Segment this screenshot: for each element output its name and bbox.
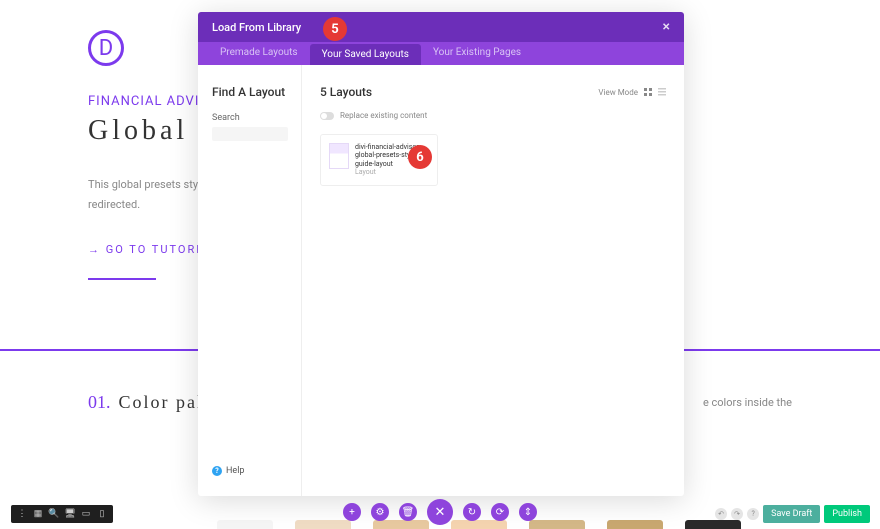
load-library-modal: Load From Library × Premade Layouts Your… — [198, 12, 684, 496]
help-text: Help — [226, 466, 244, 476]
modal-content: 5 Layouts View Mode Replace existing con… — [302, 65, 684, 496]
close-builder-button[interactable]: ✕ — [427, 499, 453, 525]
undo-icon[interactable]: ↶ — [715, 508, 727, 520]
swatch — [607, 520, 663, 529]
layouts-count-title: 5 Layouts — [320, 85, 372, 99]
modal-sidebar: Find A Layout Search ? Help — [198, 65, 302, 496]
publish-button[interactable]: Publish — [824, 505, 870, 523]
find-layout-title: Find A Layout — [212, 85, 287, 99]
tab-saved-layouts[interactable]: Your Saved Layouts — [310, 44, 421, 65]
wireframe-icon[interactable]: ▦ — [31, 507, 45, 521]
portability-icon[interactable]: ⟳ — [491, 503, 509, 521]
content-header: 5 Layouts View Mode — [320, 85, 666, 99]
close-icon[interactable]: × — [663, 19, 670, 35]
tab-existing-pages[interactable]: Your Existing Pages — [421, 42, 533, 65]
replace-label: Replace existing content — [340, 111, 427, 120]
search-input[interactable] — [212, 127, 288, 141]
replace-toggle[interactable] — [320, 112, 334, 120]
section-number: 01. — [88, 392, 111, 413]
layout-thumbnail — [329, 143, 349, 169]
layout-type: Layout — [355, 168, 429, 176]
list-view-icon[interactable] — [658, 88, 666, 96]
annotation-5: 5 — [323, 17, 347, 41]
builder-center-toolbar: + ⚙ 🗑 ✕ ↻ ⟳ ⇕ — [343, 499, 537, 525]
modal-tabs: Premade Layouts Your Saved Layouts Your … — [198, 42, 684, 65]
settings-icon[interactable]: ⚙ — [371, 503, 389, 521]
builder-left-toolbar: ⋮ ▦ 🔍 🖥 ▭ ▯ — [11, 505, 113, 523]
delete-icon[interactable]: 🗑 — [399, 503, 417, 521]
mobile-icon[interactable]: ▯ — [95, 507, 109, 521]
help-icon: ? — [212, 466, 222, 476]
builder-right-toolbar: ↶ ↷ ? Save Draft Publish — [715, 505, 870, 523]
save-draft-button[interactable]: Save Draft — [763, 505, 820, 523]
link-underline — [88, 278, 156, 280]
zoom-icon[interactable]: 🔍 — [47, 507, 61, 521]
redo-icon[interactable]: ↷ — [731, 508, 743, 520]
annotation-6: 6 — [408, 145, 432, 169]
modal-header: Load From Library × — [198, 12, 684, 42]
modal-body: Find A Layout Search ? Help 5 Layouts Vi… — [198, 65, 684, 496]
section-side-text: e colors inside the — [703, 396, 792, 409]
search-label: Search — [212, 113, 287, 123]
view-mode-controls: View Mode — [598, 88, 666, 97]
view-mode-label: View Mode — [598, 88, 638, 97]
add-button[interactable]: + — [343, 503, 361, 521]
grid-view-icon[interactable] — [644, 88, 652, 96]
expand-icon[interactable]: ⇕ — [519, 503, 537, 521]
divi-logo: D — [88, 30, 124, 66]
tab-premade-layouts[interactable]: Premade Layouts — [208, 42, 310, 65]
tablet-icon[interactable]: ▭ — [79, 507, 93, 521]
desktop-icon[interactable]: 🖥 — [63, 507, 77, 521]
swatch — [529, 520, 585, 529]
more-icon[interactable]: ⋮ — [15, 507, 29, 521]
modal-title: Load From Library — [212, 21, 301, 34]
help-link[interactable]: ? Help — [212, 466, 287, 476]
help-icon-small[interactable]: ? — [747, 508, 759, 520]
history-icon[interactable]: ↻ — [463, 503, 481, 521]
replace-content-row: Replace existing content — [320, 111, 666, 120]
swatch — [217, 520, 273, 529]
